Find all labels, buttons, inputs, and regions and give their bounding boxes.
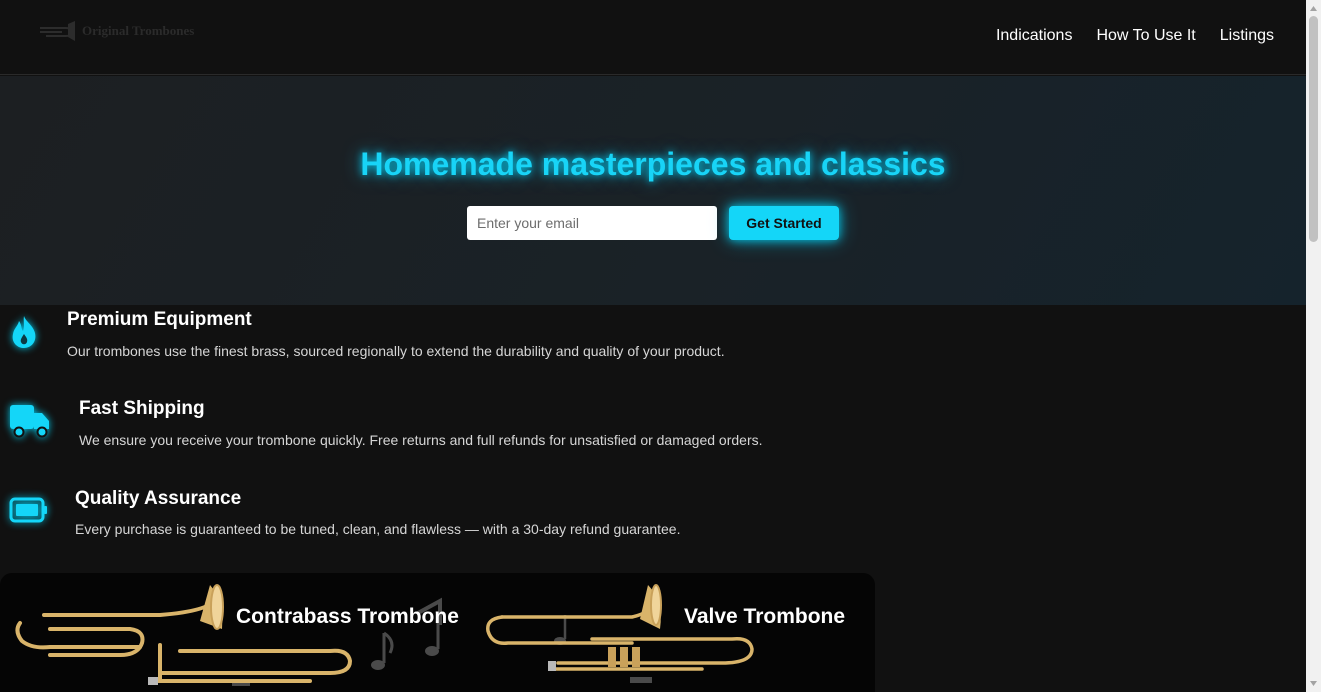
- feature-description: Every purchase is guaranteed to be tuned…: [75, 521, 681, 537]
- valve-trombone-label[interactable]: Valve Trombone: [684, 605, 845, 629]
- valve-trombone-image[interactable]: [482, 583, 772, 683]
- contrabass-trombone-image[interactable]: [10, 581, 360, 692]
- vertical-scrollbar[interactable]: [1306, 0, 1321, 692]
- signup-form: Get Started: [467, 206, 839, 240]
- hero-section: Homemade masterpieces and classics Get S…: [0, 76, 1306, 305]
- scroll-down-arrow-icon[interactable]: [1309, 679, 1318, 688]
- logo[interactable]: Original Trombones: [38, 20, 194, 42]
- nav-indications[interactable]: Indications: [996, 27, 1073, 45]
- page: Original Trombones Indications How To Us…: [0, 0, 1306, 692]
- main-nav: Indications How To Use It Listings: [996, 27, 1274, 45]
- feature-description: Our trombones use the finest brass, sour…: [67, 343, 725, 359]
- nav-how-to-use[interactable]: How To Use It: [1096, 27, 1195, 45]
- trombone-logo-icon: [40, 21, 75, 41]
- scroll-up-arrow-icon[interactable]: [1309, 4, 1318, 13]
- logo-text: Original Trombones: [82, 23, 195, 38]
- site-header: Original Trombones Indications How To Us…: [0, 0, 1306, 75]
- flame-icon: [12, 316, 36, 348]
- feature-title: Premium Equipment: [67, 309, 252, 330]
- battery-icon: [9, 497, 47, 523]
- get-started-button[interactable]: Get Started: [729, 206, 839, 240]
- product-banner: Contrabass Trombone Valve Trombone: [0, 573, 875, 692]
- feature-title: Fast Shipping: [79, 398, 205, 419]
- feature-description: We ensure you receive your trombone quic…: [79, 432, 763, 448]
- scrollbar-thumb[interactable]: [1309, 16, 1318, 242]
- truck-icon: [10, 405, 49, 438]
- feature-title: Quality Assurance: [75, 488, 242, 509]
- email-input[interactable]: [467, 206, 717, 240]
- contrabass-trombone-label[interactable]: Contrabass Trombone: [236, 605, 459, 629]
- nav-listings[interactable]: Listings: [1220, 27, 1274, 45]
- hero-title: Homemade masterpieces and classics: [360, 146, 946, 182]
